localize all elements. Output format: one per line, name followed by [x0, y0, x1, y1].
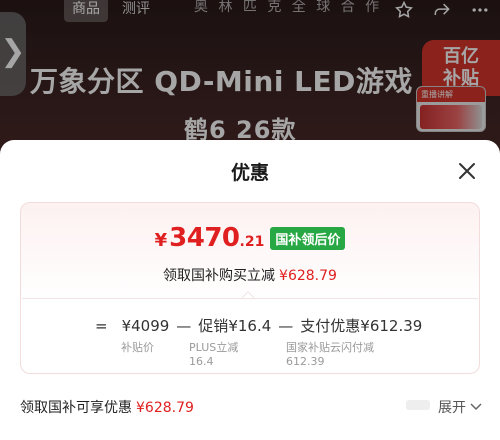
formula-base-price: ¥4099 [121, 317, 170, 335]
currency-symbol: ¥ [154, 230, 168, 251]
base-price-label: 补贴价 [121, 341, 154, 354]
formula-promo-value: ¥16.4 [228, 317, 272, 335]
claim-discount-row: 领取国补购买立减 ¥628.79 [21, 265, 479, 285]
discount-sheet: 优惠 ¥ 3470 .21 国补领后价 领取国补购买立减 ¥628.79 = ¥40… [0, 140, 500, 440]
final-price-decimal: .21 [239, 234, 265, 250]
subsidy-benefit-amount: ¥628.79 [136, 400, 194, 416]
formula-minus: — [278, 317, 294, 335]
claim-label: 领取国补购买立减 [163, 268, 276, 284]
subsidy-price-tag: 国补领后价 [270, 226, 346, 250]
close-button[interactable] [456, 160, 478, 182]
chevron-down-icon [470, 403, 482, 411]
formula-pay-label: 支付优惠 [300, 317, 361, 335]
promo-detail-line2: 16.4 [189, 355, 214, 368]
pay-detail-label: 国家补贴云闪付减 612.39 [286, 341, 374, 369]
price-breakdown-card: ¥ 3470 .21 国补领后价 领取国补购买立减 ¥628.79 = ¥4099 —… [20, 202, 480, 374]
formula-minus: — [176, 317, 192, 335]
modal-overlay[interactable] [0, 0, 500, 160]
final-price-integer: 3470 [169, 223, 240, 253]
price-formula: = ¥4099 — 促销¥16.4 — 支付优惠¥612.39 [95, 315, 469, 336]
formula-equals: = [95, 317, 108, 335]
claim-amount: ¥628.79 [279, 268, 337, 284]
formula-promo-label: 促销 [198, 317, 229, 335]
subsidy-benefit-label: 领取国补可享优惠 [20, 400, 132, 416]
sheet-title: 优惠 [230, 162, 269, 184]
divider [22, 298, 478, 299]
product-page-background: ❯ 商品 测评 奥 林 匹 克 全 球 合 作 万象分区 QD-Mini LED… [0, 0, 500, 160]
subsidy-benefit-row: 领取国补可享优惠 ¥628.79 [20, 397, 194, 417]
close-icon [459, 163, 475, 179]
expand-label: 展开 [438, 400, 466, 416]
pay-detail-line1: 国家补贴云闪付减 [286, 341, 374, 354]
promo-detail-line1: PLUS立减 [189, 341, 239, 354]
final-price-row: ¥ 3470 .21 国补领后价 [21, 223, 479, 253]
formula-pay-value: ¥612.39 [360, 317, 423, 335]
placeholder-chip [406, 400, 430, 410]
promo-detail-label: PLUS立减 16.4 [189, 341, 238, 369]
expand-button[interactable]: 展开 [438, 397, 482, 417]
pay-detail-line2: 612.39 [286, 355, 325, 368]
